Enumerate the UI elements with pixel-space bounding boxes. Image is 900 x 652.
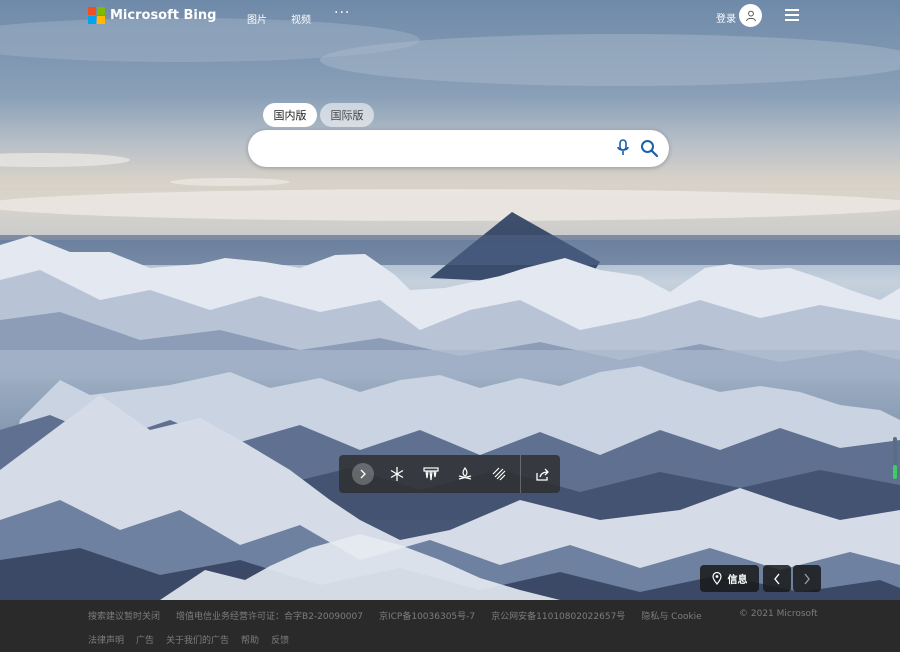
- user-icon: [745, 10, 756, 21]
- search-box: [248, 130, 669, 167]
- chevron-left-icon: [774, 573, 780, 584]
- image-info-label: 信息: [727, 575, 748, 586]
- chevron-right-icon: [352, 463, 374, 485]
- tab-international[interactable]: 国际版: [320, 103, 374, 127]
- expand-toolbar-button[interactable]: [346, 455, 380, 493]
- microsoft-logo-icon: [88, 7, 105, 24]
- footer: 搜索建议暂时关闭 增值电信业务经营许可证：合字B2-20090007 京ICP备…: [0, 600, 900, 652]
- footer-link-feedback[interactable]: 反馈: [271, 633, 289, 646]
- footer-link-privacy[interactable]: 隐私与 Cookie: [641, 609, 701, 622]
- bing-logo[interactable]: Microsoft Bing: [88, 7, 216, 24]
- nav-videos[interactable]: 视频: [291, 11, 311, 26]
- microphone-icon[interactable]: [615, 139, 631, 161]
- toolbar-divider: [520, 455, 521, 493]
- copyright: © 2021 Microsoft: [739, 609, 818, 619]
- footer-link-help[interactable]: 帮助: [241, 633, 259, 646]
- background-image: [0, 0, 900, 600]
- search-icon[interactable]: [640, 139, 659, 162]
- snowflake-icon[interactable]: [380, 455, 414, 493]
- previous-image-button[interactable]: [763, 565, 791, 592]
- signin-link[interactable]: 登录: [716, 10, 736, 25]
- share-icon[interactable]: [525, 455, 559, 493]
- page-scrollbar[interactable]: [893, 437, 897, 479]
- footer-link-ads[interactable]: 广告: [136, 633, 154, 646]
- campfire-icon[interactable]: [448, 455, 482, 493]
- footer-link-license[interactable]: 增值电信业务经营许可证：合字B2-20090007: [176, 609, 363, 622]
- footer-link-about-ads[interactable]: 关于我们的广告: [166, 633, 229, 646]
- tab-domestic[interactable]: 国内版: [263, 103, 317, 127]
- search-input[interactable]: [264, 138, 608, 160]
- image-info-button[interactable]: 信息: [700, 565, 759, 592]
- nav-images[interactable]: 图片: [247, 11, 267, 26]
- footer-link-police[interactable]: 京公网安备11010802022657号: [491, 609, 625, 622]
- ice-icon[interactable]: [414, 455, 448, 493]
- avatar[interactable]: [739, 4, 762, 27]
- snowfall-icon[interactable]: [482, 455, 516, 493]
- hamburger-menu-icon[interactable]: [785, 9, 799, 21]
- daily-image-toolbar: [339, 455, 560, 493]
- brand-name: Microsoft Bing: [110, 8, 217, 23]
- chevron-right-icon: [804, 573, 810, 584]
- location-pin-icon: [711, 572, 722, 585]
- footer-link-legal[interactable]: 法律声明: [88, 633, 124, 646]
- footer-link-suggestions[interactable]: 搜索建议暂时关闭: [88, 609, 160, 622]
- next-image-button[interactable]: [793, 565, 821, 592]
- nav-more[interactable]: ···: [334, 5, 350, 21]
- footer-link-icp[interactable]: 京ICP备10036305号-7: [379, 609, 475, 622]
